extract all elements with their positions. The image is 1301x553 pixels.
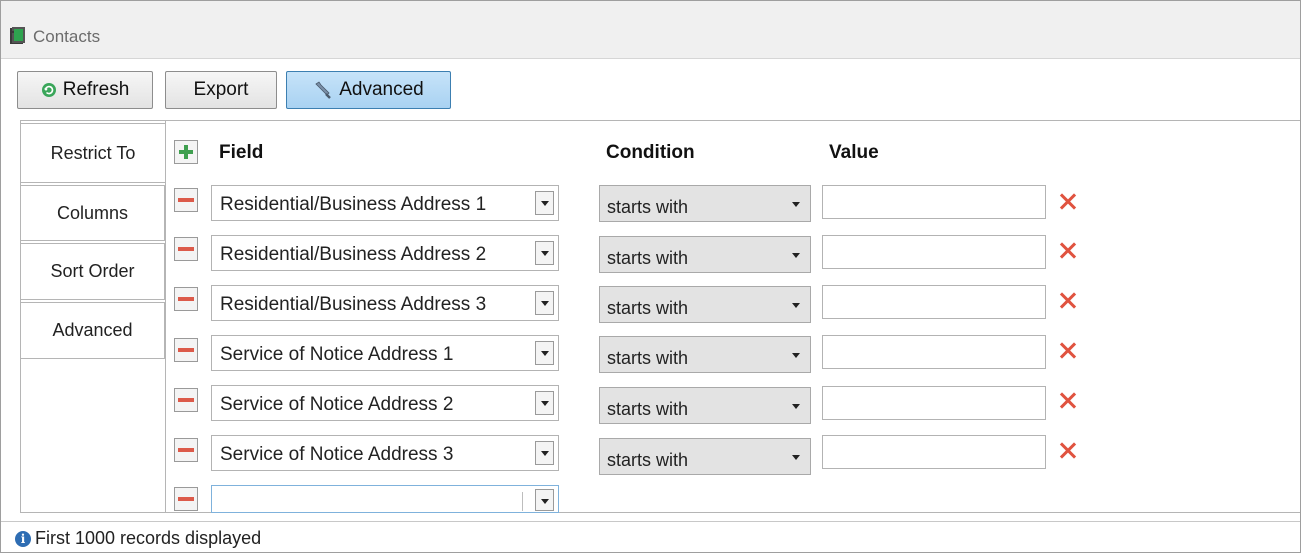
- field-select[interactable]: Residential/Business Address 2: [211, 235, 559, 271]
- title-bar: Contacts: [1, 1, 1300, 59]
- chevron-down-icon: [792, 202, 800, 207]
- field-select-value: Service of Notice Address 3: [220, 444, 454, 465]
- app-icon: [10, 27, 25, 44]
- chevron-down-icon[interactable]: [535, 241, 554, 265]
- delete-row-icon[interactable]: [1058, 341, 1078, 361]
- condition-select-value: starts with: [607, 399, 689, 419]
- condition-select-value: starts with: [607, 197, 689, 217]
- delete-row-icon[interactable]: [1058, 241, 1078, 261]
- delete-row-icon[interactable]: [1058, 441, 1078, 461]
- field-select[interactable]: Service of Notice Address 3: [211, 435, 559, 471]
- chevron-down-icon[interactable]: [535, 341, 554, 365]
- value-header: Value: [829, 142, 879, 163]
- value-input[interactable]: [822, 435, 1046, 469]
- status-bar: i First 1000 records displayed: [15, 528, 261, 549]
- chevron-down-icon: [792, 455, 800, 460]
- delete-row-icon[interactable]: [1058, 391, 1078, 411]
- contacts-window: Contacts Refresh Export Advanced Restric…: [0, 0, 1301, 553]
- field-select-new[interactable]: [211, 485, 559, 513]
- tab-label: Restrict To: [50, 142, 136, 163]
- field-select[interactable]: Service of Notice Address 1: [211, 335, 559, 371]
- chevron-down-icon[interactable]: [535, 441, 554, 465]
- status-text: First 1000 records displayed: [35, 528, 262, 548]
- field-select-value: Residential/Business Address 2: [220, 244, 487, 265]
- field-header: Field: [219, 142, 264, 163]
- field-select[interactable]: Service of Notice Address 2: [211, 385, 559, 421]
- condition-select[interactable]: starts with: [599, 236, 811, 273]
- condition-select[interactable]: starts with: [599, 286, 811, 323]
- condition-select[interactable]: starts with: [599, 438, 811, 475]
- tab-label: Sort Order: [50, 261, 135, 281]
- tab-advanced[interactable]: Advanced: [20, 302, 165, 359]
- condition-select-value: starts with: [607, 348, 689, 368]
- chevron-down-icon[interactable]: [535, 191, 554, 215]
- tab-label: Advanced: [52, 320, 133, 340]
- field-select-value: Service of Notice Address 2: [220, 394, 454, 415]
- value-input[interactable]: [822, 185, 1046, 219]
- tab-sort-order[interactable]: Sort Order: [20, 243, 165, 300]
- advanced-button[interactable]: Advanced: [286, 71, 451, 109]
- chevron-down-icon[interactable]: [535, 489, 554, 511]
- status-bar-divider: [1, 521, 1300, 522]
- remove-row-button[interactable]: [174, 388, 198, 412]
- refresh-icon: [41, 82, 57, 98]
- text-cursor: [522, 492, 523, 511]
- remove-row-button[interactable]: [174, 188, 198, 212]
- export-label: Export: [193, 79, 249, 100]
- condition-select[interactable]: starts with: [599, 387, 811, 424]
- export-button[interactable]: Export: [165, 71, 277, 109]
- remove-row-button[interactable]: [174, 487, 198, 511]
- condition-select-value: starts with: [607, 298, 689, 318]
- condition-select[interactable]: starts with: [599, 336, 811, 373]
- tab-columns[interactable]: Columns: [20, 185, 165, 241]
- chevron-down-icon: [792, 303, 800, 308]
- remove-row-button[interactable]: [174, 237, 198, 261]
- condition-select-value: starts with: [607, 450, 689, 470]
- chevron-down-icon[interactable]: [535, 291, 554, 315]
- condition-select-value: starts with: [607, 248, 689, 268]
- tab-restrict-to[interactable]: Restrict To: [20, 123, 165, 183]
- delete-row-icon[interactable]: [1058, 192, 1078, 212]
- window-title: Contacts: [33, 27, 101, 46]
- panel-border-top: [20, 120, 1300, 121]
- value-input[interactable]: [822, 335, 1046, 369]
- remove-row-button[interactable]: [174, 338, 198, 362]
- condition-select[interactable]: starts with: [599, 185, 811, 222]
- field-select-value: Residential/Business Address 3: [220, 294, 487, 315]
- value-input[interactable]: [822, 285, 1046, 319]
- delete-row-icon[interactable]: [1058, 291, 1078, 311]
- chevron-down-icon: [792, 353, 800, 358]
- field-select[interactable]: Residential/Business Address 1: [211, 185, 559, 221]
- remove-row-button[interactable]: [174, 438, 198, 462]
- wrench-icon: [313, 80, 333, 100]
- field-select-value: Residential/Business Address 1: [220, 194, 487, 215]
- tab-content-divider: [165, 121, 166, 512]
- info-icon: i: [15, 530, 31, 547]
- refresh-label: Refresh: [62, 79, 130, 100]
- advanced-label: Advanced: [339, 79, 424, 100]
- chevron-down-icon: [792, 404, 800, 409]
- tab-label: Columns: [56, 202, 129, 223]
- remove-row-button[interactable]: [174, 287, 198, 311]
- chevron-down-icon[interactable]: [535, 391, 554, 415]
- chevron-down-icon: [792, 253, 800, 258]
- field-select[interactable]: Residential/Business Address 3: [211, 285, 559, 321]
- refresh-button[interactable]: Refresh: [17, 71, 153, 109]
- add-row-button[interactable]: [174, 140, 198, 164]
- value-input[interactable]: [822, 386, 1046, 420]
- value-input[interactable]: [822, 235, 1046, 269]
- field-select-value: Service of Notice Address 1: [220, 344, 454, 365]
- condition-header: Condition: [606, 142, 695, 163]
